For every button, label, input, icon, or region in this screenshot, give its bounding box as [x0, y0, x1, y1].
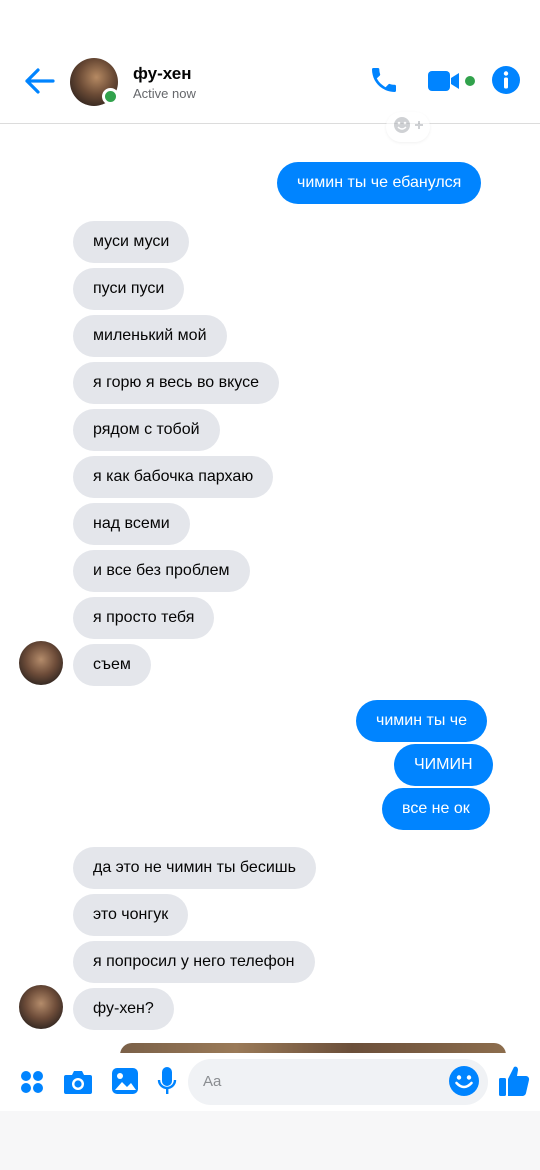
- message-incoming[interactable]: я как бабочка пархаю: [73, 456, 274, 498]
- camera-icon[interactable]: [63, 1068, 93, 1101]
- info-icon[interactable]: [491, 65, 521, 100]
- message-incoming[interactable]: я горю я весь во вкусе: [73, 362, 280, 404]
- add-reaction-button[interactable]: [386, 112, 430, 142]
- message-incoming[interactable]: пуси пуси: [73, 268, 185, 310]
- online-indicator: [102, 88, 119, 105]
- message-outgoing[interactable]: чимин ты че: [356, 700, 487, 742]
- message-incoming[interactable]: это чонгук: [73, 894, 189, 936]
- message-incoming[interactable]: фу-хен?: [73, 988, 174, 1030]
- phone-icon[interactable]: [368, 64, 400, 101]
- system-navigation-area: [0, 1111, 540, 1170]
- grid-icon[interactable]: [19, 1069, 45, 1100]
- message-composer: Aa: [0, 1053, 540, 1111]
- message-outgoing[interactable]: ЧИМИН: [394, 744, 493, 786]
- message-incoming[interactable]: и все без проблем: [73, 550, 250, 592]
- message-incoming[interactable]: да это не чимин ты бесишь: [73, 847, 316, 889]
- arrow-left-icon[interactable]: [22, 66, 58, 96]
- smiley-icon[interactable]: [448, 1065, 480, 1102]
- sender-avatar[interactable]: [19, 641, 63, 685]
- sender-avatar[interactable]: [19, 985, 63, 1029]
- active-status: Active now: [133, 86, 196, 101]
- message-incoming[interactable]: муси муси: [73, 221, 190, 263]
- message-outgoing[interactable]: чимин ты че ебанулся: [277, 162, 482, 204]
- chat-header: фу-хен Active now: [0, 40, 540, 124]
- message-incoming[interactable]: съем: [73, 644, 151, 686]
- message-incoming[interactable]: я попросил у него телефон: [73, 941, 315, 983]
- message-input[interactable]: Aa: [188, 1059, 488, 1105]
- message-incoming[interactable]: миленький мой: [73, 315, 227, 357]
- thumbs-up-icon[interactable]: [498, 1064, 530, 1103]
- message-incoming[interactable]: над всеми: [73, 503, 190, 545]
- message-incoming[interactable]: рядом с тобой: [73, 409, 220, 451]
- microphone-icon[interactable]: [157, 1066, 177, 1103]
- image-icon[interactable]: [111, 1067, 139, 1100]
- contact-name[interactable]: фу-хен: [133, 64, 192, 84]
- message-outgoing[interactable]: все не ок: [382, 788, 490, 830]
- message-input-placeholder: Aa: [203, 1073, 222, 1090]
- message-incoming[interactable]: я просто тебя: [73, 597, 215, 639]
- video-camera-icon[interactable]: [426, 68, 476, 99]
